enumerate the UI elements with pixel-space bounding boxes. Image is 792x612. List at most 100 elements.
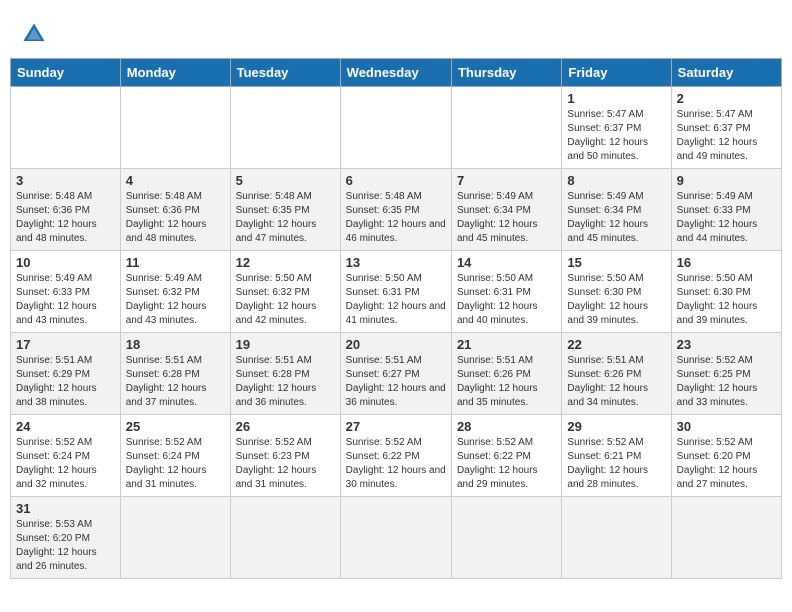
day-number: 6 [346, 173, 446, 188]
day-number: 5 [236, 173, 335, 188]
day-number: 8 [567, 173, 665, 188]
day-number: 22 [567, 337, 665, 352]
weekday-header-thursday: Thursday [451, 59, 561, 87]
day-number: 11 [126, 255, 225, 270]
day-number: 26 [236, 419, 335, 434]
day-info: Sunrise: 5:52 AM Sunset: 6:22 PM Dayligh… [457, 436, 556, 492]
week-row-1: 1 Sunrise: 5:47 AM Sunset: 6:37 PM Daylig… [11, 87, 782, 169]
day-info: Sunrise: 5:48 AM Sunset: 6:36 PM Dayligh… [16, 190, 115, 246]
header [10, 10, 782, 53]
day-cell: 16 Sunrise: 5:50 AM Sunset: 6:30 PM Dayli… [671, 251, 781, 333]
day-info: Sunrise: 5:50 AM Sunset: 6:30 PM Dayligh… [677, 272, 776, 328]
day-number: 16 [677, 255, 776, 270]
day-info: Sunrise: 5:51 AM Sunset: 6:29 PM Dayligh… [16, 354, 115, 410]
day-info: Sunrise: 5:47 AM Sunset: 6:37 PM Dayligh… [677, 108, 776, 164]
day-info: Sunrise: 5:48 AM Sunset: 6:35 PM Dayligh… [346, 190, 446, 246]
day-info: Sunrise: 5:49 AM Sunset: 6:32 PM Dayligh… [126, 272, 225, 328]
day-info: Sunrise: 5:49 AM Sunset: 6:33 PM Dayligh… [677, 190, 776, 246]
day-cell: 1 Sunrise: 5:47 AM Sunset: 6:37 PM Daylig… [562, 87, 671, 169]
day-number: 28 [457, 419, 556, 434]
day-cell [340, 87, 451, 169]
day-cell: 17Sunrise: 5:51 AM Sunset: 6:29 PM Dayli… [11, 333, 121, 415]
day-cell: 7 Sunrise: 5:49 AM Sunset: 6:34 PM Daylig… [451, 169, 561, 251]
day-cell [451, 87, 561, 169]
day-cell: 15Sunrise: 5:50 AM Sunset: 6:30 PM Dayli… [562, 251, 671, 333]
day-number: 31 [16, 501, 115, 516]
day-cell: 31 Sunrise: 5:53 AM Sunset: 6:20 PM Dayli… [11, 497, 121, 579]
day-cell [340, 497, 451, 579]
day-info: Sunrise: 5:51 AM Sunset: 6:28 PM Dayligh… [236, 354, 335, 410]
day-info: Sunrise: 5:50 AM Sunset: 6:31 PM Dayligh… [346, 272, 446, 328]
day-cell: 26Sunrise: 5:52 AM Sunset: 6:23 PM Dayli… [230, 415, 340, 497]
day-info: Sunrise: 5:47 AM Sunset: 6:37 PM Dayligh… [567, 108, 665, 164]
day-cell: 28 Sunrise: 5:52 AM Sunset: 6:22 PM Dayli… [451, 415, 561, 497]
day-cell: 24Sunrise: 5:52 AM Sunset: 6:24 PM Dayli… [11, 415, 121, 497]
day-info: Sunrise: 5:53 AM Sunset: 6:20 PM Dayligh… [16, 518, 115, 574]
weekday-header-tuesday: Tuesday [230, 59, 340, 87]
day-cell: 19 Sunrise: 5:51 AM Sunset: 6:28 PM Dayli… [230, 333, 340, 415]
day-cell [11, 87, 121, 169]
day-cell: 21 Sunrise: 5:51 AM Sunset: 6:26 PM Dayli… [451, 333, 561, 415]
day-cell [120, 497, 230, 579]
day-cell [230, 497, 340, 579]
day-number: 7 [457, 173, 556, 188]
week-row-2: 3Sunrise: 5:48 AM Sunset: 6:36 PM Daylig… [11, 169, 782, 251]
day-cell: 27Sunrise: 5:52 AM Sunset: 6:22 PM Dayli… [340, 415, 451, 497]
day-cell: 13 Sunrise: 5:50 AM Sunset: 6:31 PM Dayli… [340, 251, 451, 333]
day-number: 24 [16, 419, 115, 434]
day-cell: 2Sunrise: 5:47 AM Sunset: 6:37 PM Daylig… [671, 87, 781, 169]
week-row-5: 24 Sunrise: 5:52 AM Sunset: 6:24 PM Dayli… [11, 415, 782, 497]
day-number: 19 [236, 337, 335, 352]
day-number: 10 [16, 255, 115, 270]
day-cell: 3Sunrise: 5:48 AM Sunset: 6:36 PM Daylig… [11, 169, 121, 251]
day-number: 23 [677, 337, 776, 352]
day-info: Sunrise: 5:49 AM Sunset: 6:34 PM Dayligh… [457, 190, 556, 246]
day-number: 15 [567, 255, 665, 270]
logo-icon [20, 20, 48, 48]
day-cell [451, 497, 561, 579]
day-info: Sunrise: 5:48 AM Sunset: 6:36 PM Dayligh… [126, 190, 225, 246]
day-number: 20 [346, 337, 446, 352]
day-info: Sunrise: 5:51 AM Sunset: 6:26 PM Dayligh… [457, 354, 556, 410]
day-info: Sunrise: 5:51 AM Sunset: 6:28 PM Dayligh… [126, 354, 225, 410]
day-info: Sunrise: 5:51 AM Sunset: 6:27 PM Dayligh… [346, 354, 446, 410]
weekday-header-row: SundayMondayTuesdayWednesdayThursdayFrid… [11, 59, 782, 87]
weekday-header-friday: Friday [562, 59, 671, 87]
day-info: Sunrise: 5:52 AM Sunset: 6:21 PM Dayligh… [567, 436, 665, 492]
calendar: SundayMondayTuesdayWednesdayThursdayFrid… [10, 58, 782, 579]
day-info: Sunrise: 5:49 AM Sunset: 6:33 PM Dayligh… [16, 272, 115, 328]
day-number: 14 [457, 255, 556, 270]
day-info: Sunrise: 5:51 AM Sunset: 6:26 PM Dayligh… [567, 354, 665, 410]
day-cell: 12Sunrise: 5:50 AM Sunset: 6:32 PM Dayli… [230, 251, 340, 333]
day-cell: 6 Sunrise: 5:48 AM Sunset: 6:35 PM Daylig… [340, 169, 451, 251]
day-cell: 14 Sunrise: 5:50 AM Sunset: 6:31 PM Dayli… [451, 251, 561, 333]
day-cell: 20 Sunrise: 5:51 AM Sunset: 6:27 PM Dayli… [340, 333, 451, 415]
day-cell [562, 497, 671, 579]
day-info: Sunrise: 5:52 AM Sunset: 6:24 PM Dayligh… [126, 436, 225, 492]
day-info: Sunrise: 5:50 AM Sunset: 6:32 PM Dayligh… [236, 272, 335, 328]
day-cell: 18 Sunrise: 5:51 AM Sunset: 6:28 PM Dayli… [120, 333, 230, 415]
day-number: 13 [346, 255, 446, 270]
day-cell: 25Sunrise: 5:52 AM Sunset: 6:24 PM Dayli… [120, 415, 230, 497]
day-number: 21 [457, 337, 556, 352]
logo [20, 20, 52, 48]
day-cell: 23 Sunrise: 5:52 AM Sunset: 6:25 PM Dayli… [671, 333, 781, 415]
day-cell: 8 Sunrise: 5:49 AM Sunset: 6:34 PM Daylig… [562, 169, 671, 251]
day-number: 30 [677, 419, 776, 434]
day-number: 1 [567, 91, 665, 106]
week-row-4: 17Sunrise: 5:51 AM Sunset: 6:29 PM Dayli… [11, 333, 782, 415]
day-info: Sunrise: 5:49 AM Sunset: 6:34 PM Dayligh… [567, 190, 665, 246]
day-cell: 10 Sunrise: 5:49 AM Sunset: 6:33 PM Dayli… [11, 251, 121, 333]
day-info: Sunrise: 5:52 AM Sunset: 6:20 PM Dayligh… [677, 436, 776, 492]
day-cell: 4Sunrise: 5:48 AM Sunset: 6:36 PM Daylig… [120, 169, 230, 251]
day-cell: 9Sunrise: 5:49 AM Sunset: 6:33 PM Daylig… [671, 169, 781, 251]
weekday-header-monday: Monday [120, 59, 230, 87]
weekday-header-sunday: Sunday [11, 59, 121, 87]
weekday-header-saturday: Saturday [671, 59, 781, 87]
day-number: 27 [346, 419, 446, 434]
day-number: 29 [567, 419, 665, 434]
day-number: 18 [126, 337, 225, 352]
day-info: Sunrise: 5:50 AM Sunset: 6:31 PM Dayligh… [457, 272, 556, 328]
day-info: Sunrise: 5:52 AM Sunset: 6:25 PM Dayligh… [677, 354, 776, 410]
day-cell: 29 Sunrise: 5:52 AM Sunset: 6:21 PM Dayli… [562, 415, 671, 497]
